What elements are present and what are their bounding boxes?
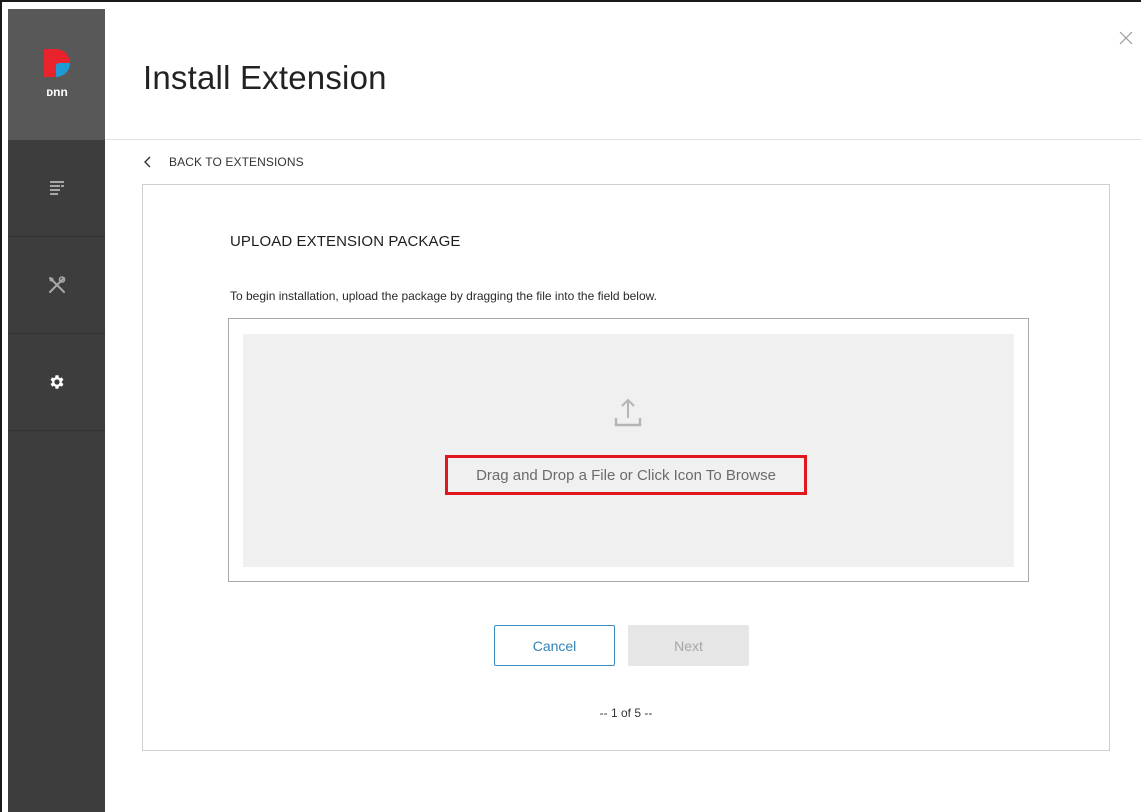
dropzone-text[interactable]: Drag and Drop a File or Click Icon To Br… bbox=[476, 467, 776, 484]
instructions-text: To begin installation, upload the packag… bbox=[230, 289, 657, 303]
step-pager: -- 1 of 5 -- bbox=[599, 706, 653, 720]
sidebar-item-tools[interactable] bbox=[8, 237, 105, 334]
sidebar-item-content[interactable] bbox=[8, 140, 105, 237]
sidebar: ᴅnn bbox=[8, 9, 105, 812]
dnn-logo: ᴅnn bbox=[44, 49, 70, 99]
install-card: UPLOAD EXTENSION PACKAGE To begin instal… bbox=[142, 184, 1110, 751]
dropzone-text-highlight: Drag and Drop a File or Click Icon To Br… bbox=[445, 455, 807, 495]
page-header: Install Extension bbox=[105, 9, 1141, 140]
close-icon[interactable] bbox=[1119, 31, 1133, 45]
back-to-extensions-link[interactable]: BACK TO EXTENSIONS bbox=[143, 152, 304, 172]
page-title: Install Extension bbox=[143, 59, 387, 96]
next-button[interactable]: Next bbox=[628, 625, 749, 666]
tools-icon bbox=[48, 276, 65, 293]
gear-icon bbox=[50, 375, 63, 389]
content-list-icon bbox=[49, 181, 64, 195]
svg-text:ᴅnn: ᴅnn bbox=[46, 85, 68, 99]
chevron-left-icon bbox=[144, 156, 151, 168]
dropzone[interactable]: Drag and Drop a File or Click Icon To Br… bbox=[243, 334, 1014, 567]
sidebar-item-settings[interactable] bbox=[8, 334, 105, 431]
upload-icon[interactable] bbox=[614, 398, 642, 428]
dropzone-frame: Drag and Drop a File or Click Icon To Br… bbox=[228, 318, 1029, 582]
back-link-label: BACK TO EXTENSIONS bbox=[169, 155, 304, 169]
cancel-button[interactable]: Cancel bbox=[494, 625, 615, 666]
section-title: UPLOAD EXTENSION PACKAGE bbox=[230, 233, 461, 250]
logo-cell: ᴅnn bbox=[8, 9, 105, 140]
